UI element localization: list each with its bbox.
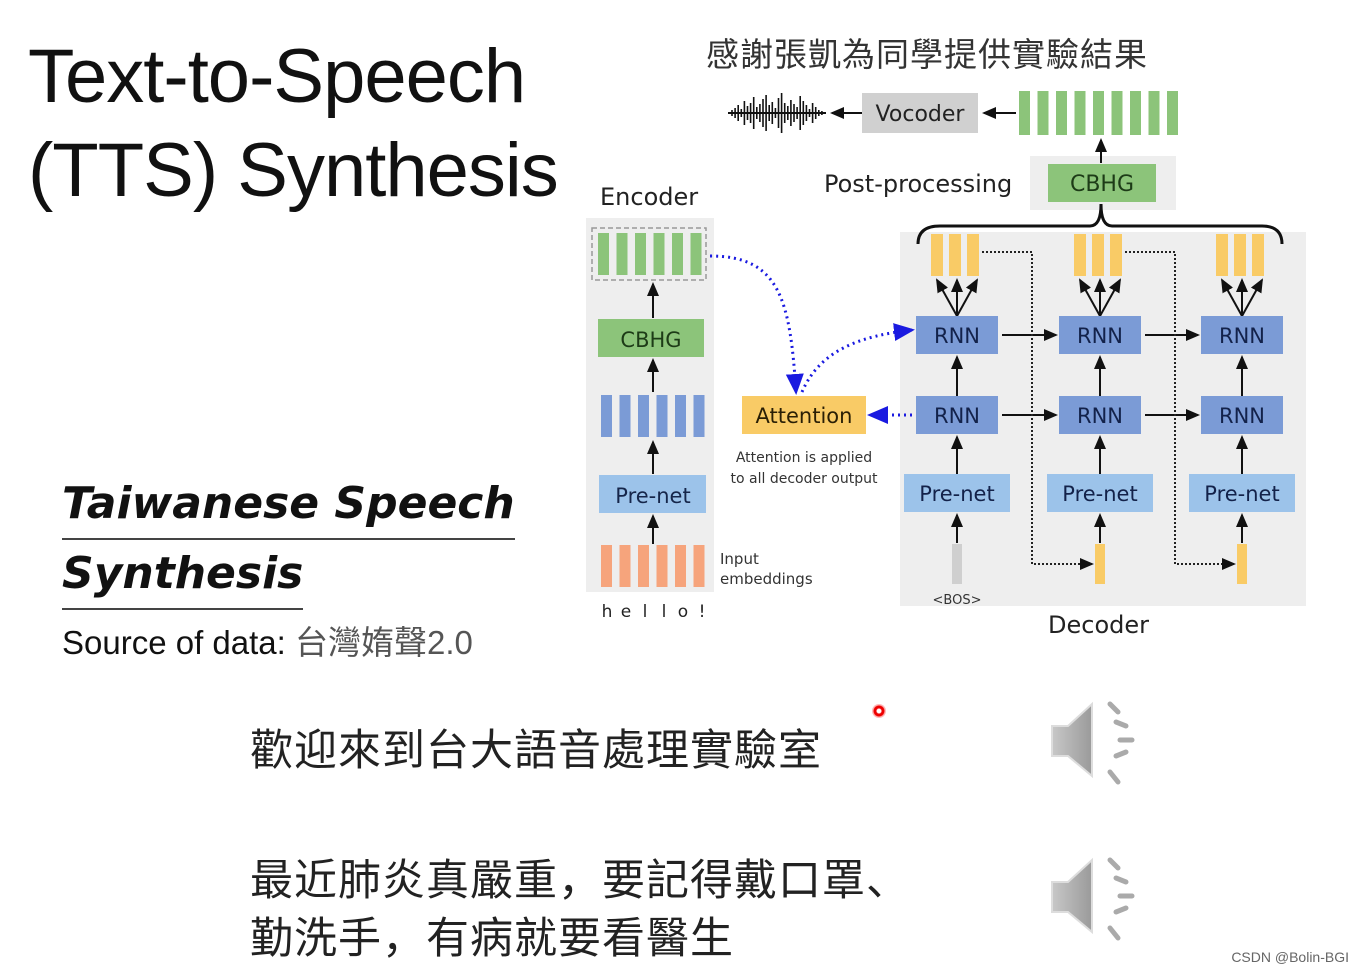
- decoder-output-frame: [967, 234, 979, 276]
- input-char: h: [602, 602, 613, 622]
- prenet-label: Pre-net: [1204, 482, 1279, 506]
- prenet-output-vector: [656, 395, 668, 437]
- encoder-output-vector: [653, 233, 665, 275]
- spectrogram-frame: [1111, 91, 1123, 135]
- input-embedding-vector: [693, 545, 705, 587]
- input-char: l: [643, 602, 648, 622]
- encoder-output-vector: [690, 233, 702, 275]
- encoder-prenet-label: Pre-net: [615, 484, 690, 508]
- prenet-output-vector: [675, 395, 686, 437]
- encoder-to-attention-arrow: [709, 254, 804, 395]
- input-characters: h e l l o!: [602, 602, 706, 622]
- spectrogram-frame: [1167, 91, 1178, 135]
- post-cbhg-label: CBHG: [1070, 172, 1134, 197]
- prenet-output-vector: [638, 395, 649, 437]
- decoder-output-frame: [1074, 234, 1086, 276]
- rnn-label: RNN: [934, 324, 980, 348]
- output-spectrogram: [1019, 91, 1178, 135]
- rnn-label: RNN: [1219, 324, 1265, 348]
- rnn-label: RNN: [934, 404, 980, 428]
- bos-frame: [952, 544, 962, 584]
- encoder-output-vector: [635, 233, 646, 275]
- post-processing-label: Post-processing: [824, 170, 1012, 198]
- input-embedding-vector: [619, 545, 631, 587]
- decoder-label: Decoder: [1048, 611, 1149, 639]
- decoder-output-frame: [1110, 234, 1122, 276]
- previous-output-frame: [1095, 544, 1105, 584]
- previous-output-frame: [1237, 544, 1247, 584]
- waveform-icon: [728, 93, 826, 133]
- attention-label: Attention: [756, 404, 853, 428]
- input-embedding-vector: [638, 545, 649, 587]
- spectrogram-frame: [1019, 91, 1030, 135]
- prenet-output-vector: [619, 395, 631, 437]
- input-char: o: [678, 602, 688, 622]
- spectrogram-frame: [1074, 91, 1086, 135]
- vocoder-label: Vocoder: [876, 102, 966, 127]
- spectrogram-frame: [1056, 91, 1067, 135]
- spectrogram-frame: [1093, 91, 1104, 135]
- input-char: !: [699, 602, 706, 622]
- attention-note-1: Attention is applied: [736, 450, 872, 466]
- encoder-output-vector: [616, 233, 628, 275]
- prenet-label: Pre-net: [919, 482, 994, 506]
- decoder-output-frame: [1216, 234, 1228, 276]
- encoder-label: Encoder: [600, 183, 698, 211]
- spectrogram-frame: [1130, 91, 1141, 135]
- spectrogram-frame: [1148, 91, 1160, 135]
- input-embedding-vector: [656, 545, 668, 587]
- input-embeddings-label-2: embeddings: [720, 570, 813, 588]
- attention-note-2: to all decoder output: [731, 471, 878, 487]
- attention-to-rnn-arrow: [800, 323, 915, 393]
- rnn-label: RNN: [1077, 324, 1123, 348]
- prenet-label: Pre-net: [1062, 482, 1137, 506]
- bos-label: <BOS>: [933, 593, 982, 608]
- decoder-output-frame: [1252, 234, 1264, 276]
- decoder-output-frame: [1234, 234, 1246, 276]
- input-embedding-vector: [675, 545, 686, 587]
- encoder-cbhg-label: CBHG: [620, 328, 681, 352]
- prenet-output-vector: [693, 395, 705, 437]
- decoder-output-frame: [1092, 234, 1104, 276]
- tacotron-diagram: Encoder Decoder Post-processing Vocoder …: [586, 91, 1306, 639]
- spectrogram-frame: [1037, 91, 1049, 135]
- rnn-label: RNN: [1077, 404, 1123, 428]
- input-embeddings-label-1: Input: [720, 550, 759, 568]
- encoder-output-vector: [672, 233, 683, 275]
- prenet-output-vector: [601, 395, 612, 437]
- decoder-output-frame: [949, 234, 961, 276]
- input-char: l: [662, 602, 667, 622]
- rnn-label: RNN: [1219, 404, 1265, 428]
- input-embedding-vector: [601, 545, 612, 587]
- input-char: e: [621, 602, 631, 622]
- encoder-output-vector: [598, 233, 609, 275]
- decoder-output-frame: [931, 234, 943, 276]
